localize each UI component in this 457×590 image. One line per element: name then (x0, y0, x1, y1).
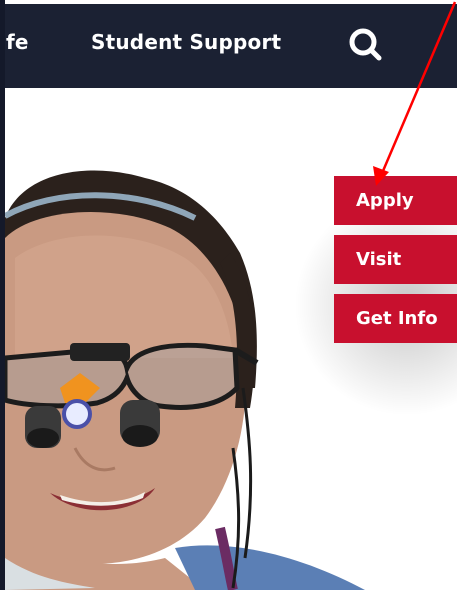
nav-item-student-life[interactable]: fe (6, 30, 29, 54)
apply-button[interactable]: Apply (334, 176, 457, 225)
visit-button[interactable]: Visit (334, 235, 457, 284)
cta-button-group: Apply Visit Get Info (334, 176, 457, 353)
search-button[interactable] (347, 26, 383, 62)
nav-item-student-support[interactable]: Student Support (91, 30, 281, 54)
main-nav: fe Student Support (5, 4, 457, 88)
page: fe Student Support Apply Visit Get Info (0, 0, 457, 590)
search-icon (349, 28, 382, 61)
get-info-button[interactable]: Get Info (334, 294, 457, 343)
